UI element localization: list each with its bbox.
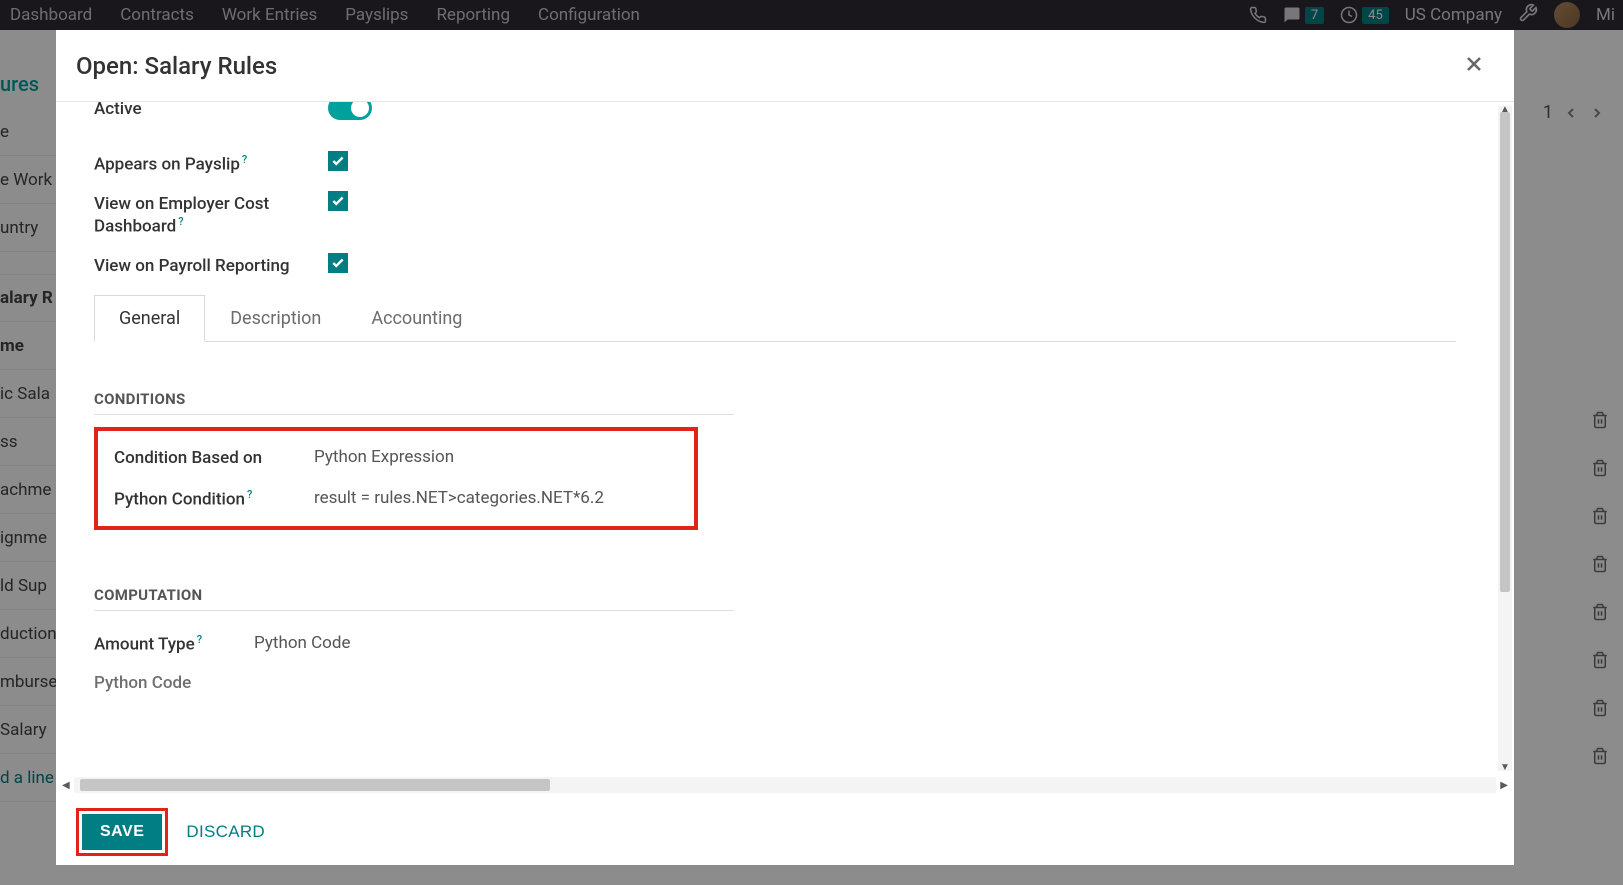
scrollbar-thumb[interactable] [80,779,550,791]
scrollbar-thumb[interactable] [1500,112,1510,592]
close-icon[interactable] [1462,52,1486,80]
label-amount-type: Amount Type? [94,631,254,657]
value-condition-based[interactable]: Python Expression [314,445,454,467]
scroll-down-icon[interactable]: ▼ [1498,762,1512,773]
label-appears-payslip: Appears on Payslip? [94,151,328,177]
save-highlight: SAVE [76,808,168,856]
form-tabs: General Description Accounting [94,294,1456,342]
vertical-scrollbar[interactable]: ▲ ▼ [1498,106,1512,771]
tab-description[interactable]: Description [205,295,346,342]
horizontal-scrollbar[interactable]: ◀ ▶ [74,777,1496,793]
section-conditions-title: CONDITIONS [94,390,734,415]
checkbox-appears-payslip[interactable] [328,151,348,171]
label-active: Active [94,102,328,121]
modal-body: Active Appears on Payslip? View on Emplo… [56,102,1514,799]
help-icon[interactable]: ? [178,215,183,228]
modal-header: Open: Salary Rules [56,30,1514,102]
conditions-highlight: Condition Based on Python Expression Pyt… [94,427,698,530]
tab-general[interactable]: General [94,295,205,342]
label-payroll-reporting: View on Payroll Reporting [94,253,328,278]
modal-dialog: Open: Salary Rules Active Appears on Pay… [56,30,1514,865]
checkbox-employer-cost[interactable] [328,191,348,211]
scroll-right-icon[interactable]: ▶ [1500,777,1508,793]
discard-button[interactable]: DISCARD [186,822,265,842]
toggle-active[interactable] [328,102,372,120]
value-python-condition[interactable]: result = rules.NET>categories.NET*6.2 [314,486,604,508]
label-employer-cost: View on Employer Cost Dashboard? [94,191,328,240]
checkbox-payroll-reporting[interactable] [328,253,348,273]
label-condition-based: Condition Based on [114,445,314,470]
label-python-code: Python Code [94,670,254,695]
help-icon[interactable]: ? [242,153,247,166]
section-computation-title: COMPUTATION [94,586,734,611]
modal-footer: SAVE DISCARD [56,799,1514,865]
tab-accounting[interactable]: Accounting [346,295,487,342]
help-icon[interactable]: ? [197,633,202,646]
modal-title: Open: Salary Rules [76,52,277,80]
help-icon[interactable]: ? [247,488,252,501]
scroll-area: Active Appears on Payslip? View on Emplo… [56,102,1496,775]
scroll-left-icon[interactable]: ◀ [62,777,70,793]
save-button[interactable]: SAVE [82,814,162,850]
value-amount-type[interactable]: Python Code [254,631,350,653]
label-python-condition: Python Condition? [114,486,314,512]
